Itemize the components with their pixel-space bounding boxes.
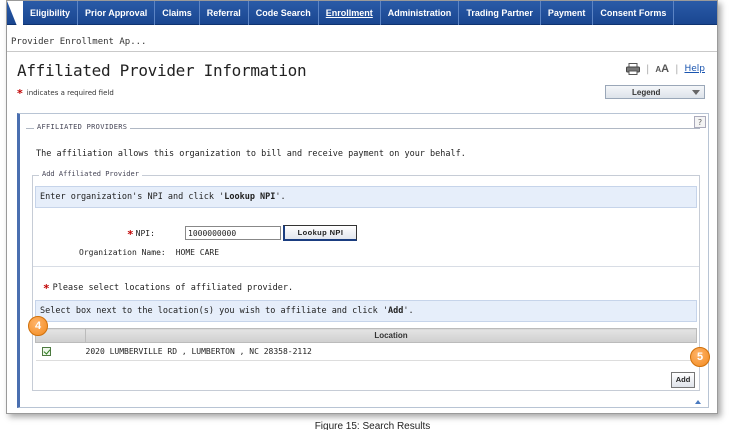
- section-legend: AFFILIATED PROVIDERS: [34, 123, 131, 131]
- required-star-icon: *: [17, 87, 23, 100]
- font-large-label: A: [661, 63, 670, 75]
- npi-instruction: Enter organization's NPI and click 'Look…: [35, 186, 697, 208]
- section-divider: [33, 266, 699, 267]
- required-note-text: indicates a required field: [26, 89, 114, 97]
- step-callout-4: 4: [28, 316, 48, 336]
- location-column-header[interactable]: Location: [85, 328, 697, 343]
- table-header-row: Location: [35, 328, 697, 343]
- figure-caption: Figure 15: Search Results: [314, 421, 431, 430]
- required-field-note: * indicates a required field: [17, 87, 114, 100]
- npi-input[interactable]: 1000000000: [185, 226, 281, 240]
- nav-item-payment[interactable]: Payment: [541, 1, 594, 25]
- npi-instruction-prefix: Enter organization's NPI and click ': [40, 192, 225, 202]
- help-link[interactable]: Help: [684, 64, 705, 74]
- legend-dropdown[interactable]: Legend: [605, 85, 705, 99]
- location-checkbox[interactable]: [41, 347, 51, 356]
- locations-prompt: * Please select locations of affiliated p…: [43, 282, 293, 295]
- scroll-top-icon[interactable]: [695, 400, 701, 404]
- affiliated-providers-panel: ? AFFILIATED PROVIDERS The affiliation a…: [17, 113, 709, 408]
- org-name-value: HOME CARE: [175, 248, 220, 257]
- nav-item-code-search[interactable]: Code Search: [249, 1, 319, 25]
- tools-separator-2: |: [675, 63, 679, 75]
- locations-table: Location 2020 LUMBERVILLE RD , LUMBERTON…: [35, 328, 697, 361]
- npi-label: * NPI:: [127, 228, 155, 241]
- app-window: Eligibility Prior Approval Claims Referr…: [6, 0, 718, 414]
- npi-instruction-action: Lookup NPI: [224, 192, 276, 202]
- add-affiliated-legend: Add Affiliated Provider: [39, 170, 142, 178]
- page-title: Affiliated Provider Information: [17, 61, 307, 80]
- location-instruction: Select box next to the location(s) you w…: [35, 300, 697, 322]
- location-cell: 2020 LUMBERVILLE RD , LUMBERTON , NC 283…: [85, 342, 697, 361]
- font-size-toggle[interactable]: AA: [655, 63, 669, 75]
- location-instruction-suffix: '.: [403, 306, 414, 316]
- nav-menu: Eligibility Prior Approval Claims Referr…: [23, 1, 675, 25]
- npi-row: * NPI: 1000000000 Lookup NPI: [33, 225, 699, 242]
- nav-item-consent-forms[interactable]: Consent Forms: [593, 1, 675, 25]
- nav-item-claims[interactable]: Claims: [155, 1, 200, 25]
- npi-instruction-suffix: '.: [275, 192, 286, 202]
- nav-left-cap: [7, 1, 23, 25]
- add-button[interactable]: Add: [671, 372, 695, 388]
- affiliated-providers-fieldset: AFFILIATED PROVIDERS The affiliation all…: [26, 123, 700, 398]
- printer-icon[interactable]: [625, 63, 640, 75]
- location-instruction-prefix: Select box next to the location(s) you w…: [40, 306, 388, 316]
- locations-prompt-text: Please select locations of affiliated pr…: [52, 283, 294, 293]
- nav-item-administration[interactable]: Administration: [381, 1, 460, 25]
- nav-item-referral[interactable]: Referral: [200, 1, 249, 25]
- required-star-icon: *: [43, 282, 50, 295]
- table-row: 2020 LUMBERVILLE RD , LUMBERTON , NC 283…: [35, 342, 697, 361]
- npi-label-text: NPI:: [135, 229, 155, 238]
- nav-item-enrollment[interactable]: Enrollment: [319, 1, 381, 25]
- location-instruction-action: Add: [388, 306, 404, 316]
- affiliation-description: The affiliation allows this organization…: [36, 149, 466, 159]
- add-affiliated-provider-fieldset: Add Affiliated Provider Enter organizati…: [32, 170, 700, 391]
- page-tools: | AA | Help: [625, 63, 705, 75]
- nav-item-prior-approval[interactable]: Prior Approval: [78, 1, 156, 25]
- top-nav-bar: Eligibility Prior Approval Claims Referr…: [7, 1, 717, 25]
- row-select-cell: [35, 342, 86, 361]
- lookup-npi-button[interactable]: Lookup NPI: [283, 225, 357, 241]
- required-star-icon: *: [127, 228, 134, 241]
- step-callout-5: 5: [690, 347, 710, 367]
- legend-dropdown-value: Legend: [632, 87, 661, 97]
- nav-item-trading-partner[interactable]: Trading Partner: [459, 1, 541, 25]
- tools-separator: |: [645, 63, 650, 75]
- organization-name-row: Organization Name: HOME CARE: [79, 248, 219, 257]
- breadcrumb[interactable]: Provider Enrollment Ap...: [11, 37, 146, 47]
- header-divider: [7, 51, 717, 52]
- nav-item-eligibility[interactable]: Eligibility: [23, 1, 79, 25]
- question-icon[interactable]: ?: [694, 116, 706, 128]
- org-name-label: Organization Name:: [79, 248, 166, 257]
- chevron-down-icon: [692, 90, 700, 95]
